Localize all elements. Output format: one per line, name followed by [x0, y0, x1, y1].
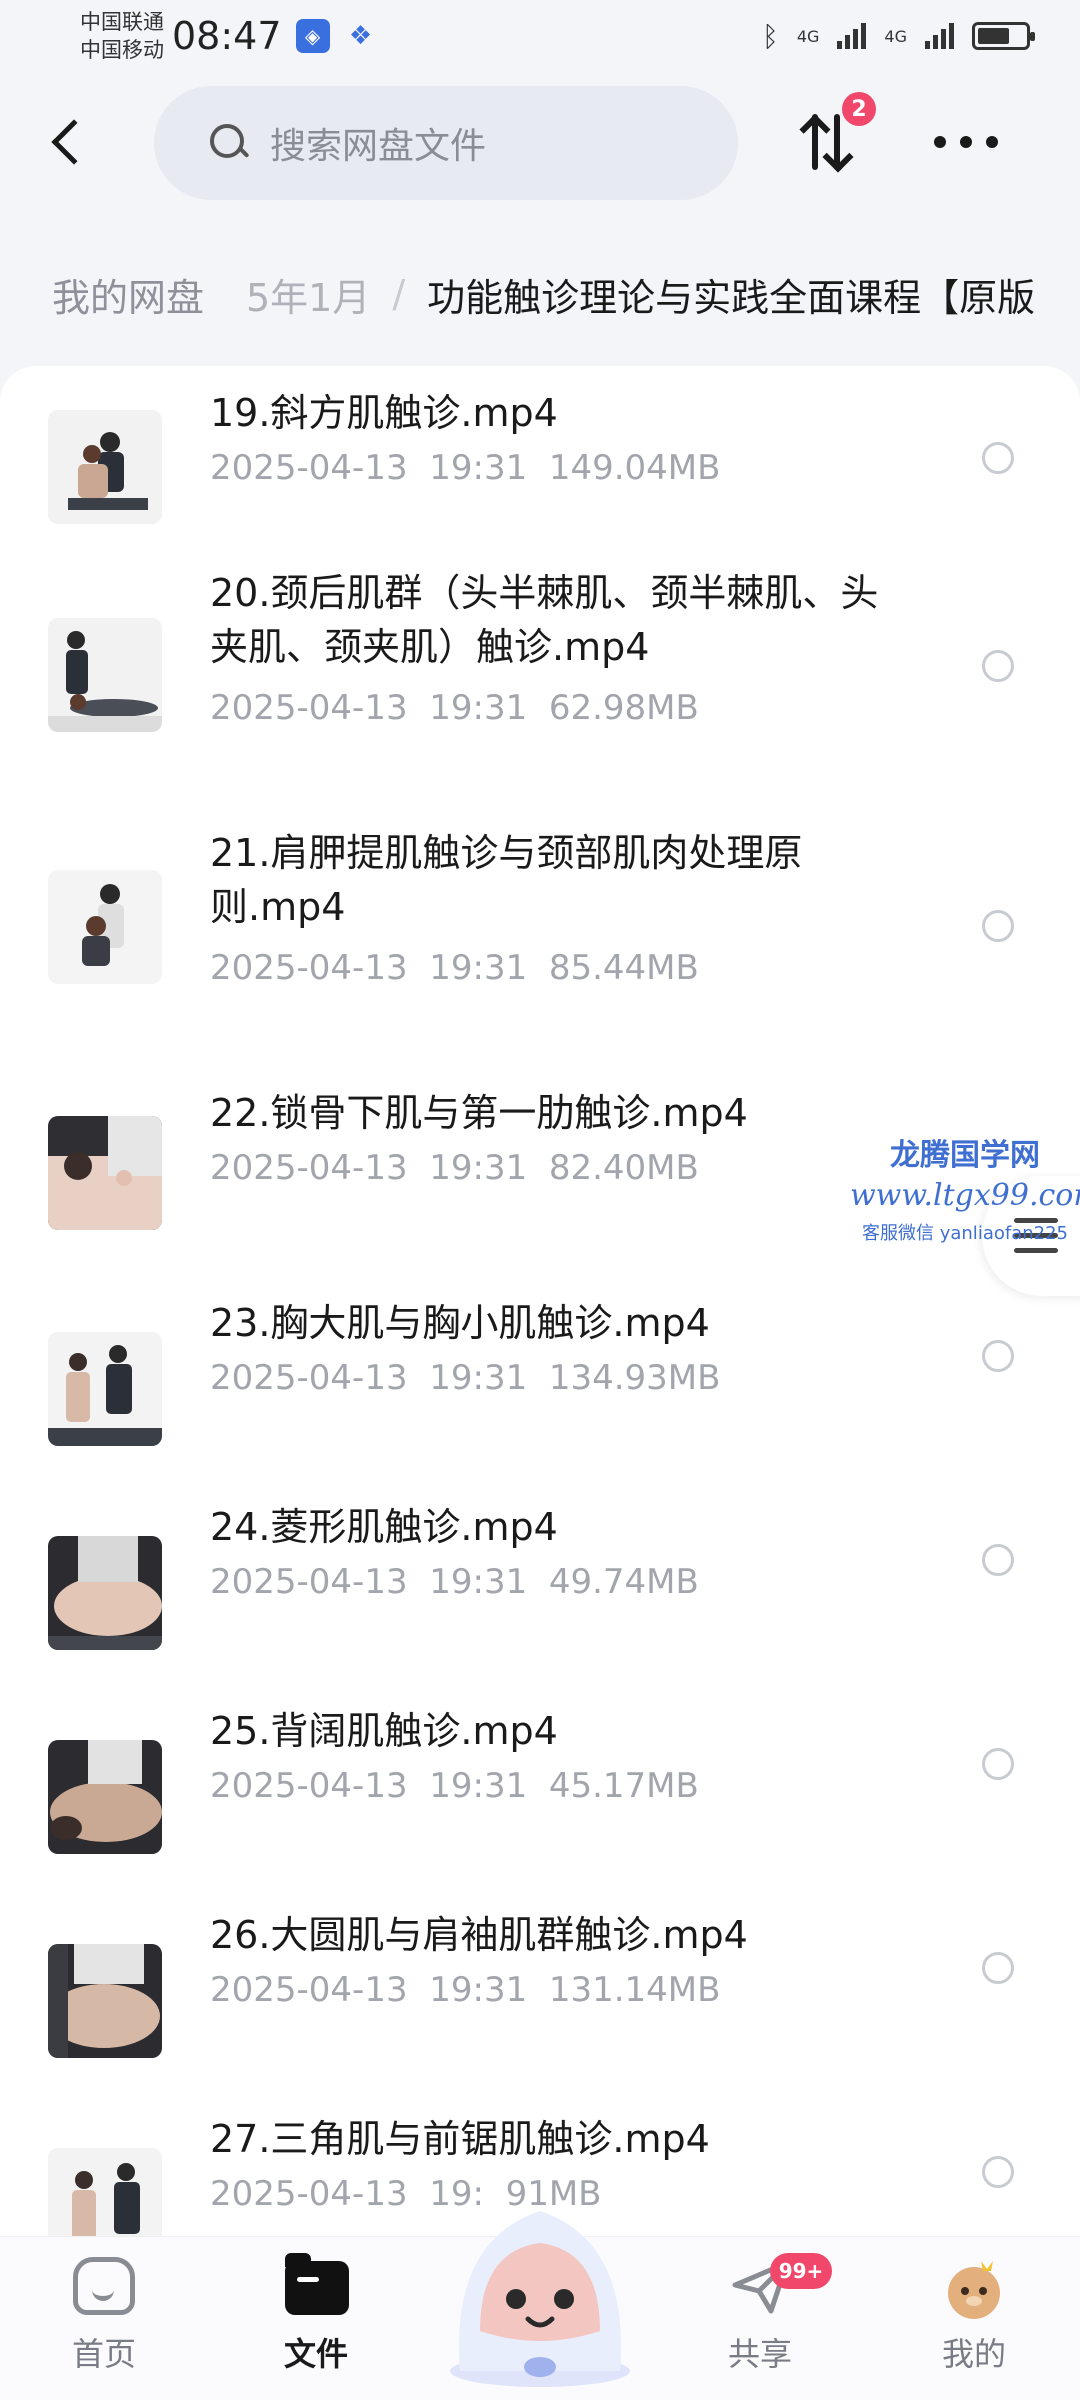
file-meta: 2025-04-13 19:31 85.44MB — [210, 948, 699, 988]
search-input[interactable]: 搜索网盘文件 — [154, 86, 738, 200]
signal-icon-2 — [925, 23, 954, 49]
dot-icon — [934, 136, 946, 148]
file-name: 23.胸大肌与胸小肌触诊.mp4 — [210, 1301, 710, 1345]
network-label-2: 4G — [884, 26, 907, 46]
bottom-nav: 首页 文件 共享 99+ 我的 — [0, 2211, 1080, 2400]
arrow-down-icon — [834, 114, 840, 170]
file-meta: 2025-04-13 19:31 49.74MB — [210, 1562, 699, 1602]
file-row[interactable]: 21.肩胛提肌触诊与颈部肌肉处理原则.mp4 2025-04-13 19:31 … — [0, 826, 1080, 1056]
file-meta: 2025-04-13 19:31 134.93MB — [210, 1358, 721, 1398]
watermark-title: 龙腾国学网 — [890, 1138, 1040, 1173]
watermark-contact: 客服微信 yanliaofan225 — [862, 1223, 1068, 1244]
nav-share-label: 共享 — [727, 2335, 792, 2373]
file-meta: 2025-04-13 19:31 131.14MB — [210, 1970, 721, 2010]
file-row[interactable]: 23.胸大肌与胸小肌触诊.mp4 2025-04-13 19:31 134.93… — [0, 1296, 1080, 1486]
select-checkbox[interactable] — [982, 650, 1014, 682]
file-name: 24.菱形肌触诊.mp4 — [210, 1505, 558, 1549]
search-placeholder: 搜索网盘文件 — [270, 126, 487, 167]
watermark: 龙腾国学网 www.ltgx99.com 客服微信 yanliaofan225 — [850, 1130, 1080, 1245]
select-checkbox[interactable] — [982, 442, 1014, 474]
status-time: 08:47 — [172, 14, 282, 58]
select-checkbox[interactable] — [982, 1952, 1014, 1984]
notification-app-icon: ◈ — [295, 19, 330, 53]
arrow-up-icon — [812, 114, 818, 170]
breadcrumb: 5年1月 / 功能触诊理论与实践全面课程【原版 我的网盘 — [0, 250, 1080, 340]
bluetooth-icon: ᛒ — [762, 19, 779, 53]
nav-files[interactable]: 文件 — [246, 2253, 386, 2395]
file-name: 26.大圆肌与肩袖肌群触诊.mp4 — [210, 1913, 748, 1957]
file-list: 19.斜方肌触诊.mp4 2025-04-13 19:31 149.04MB 2… — [0, 366, 1080, 2236]
avatar-icon — [941, 2255, 1007, 2319]
file-row[interactable]: 26.大圆肌与肩袖肌群触诊.mp4 2025-04-13 19:31 131.1… — [0, 1908, 1080, 2098]
nav-mine-label: 我的 — [941, 2335, 1006, 2373]
network-label-1: 4G — [796, 26, 820, 46]
file-name: 21.肩胛提肌触诊与颈部肌肉处理原则.mp4 — [210, 831, 803, 929]
status-indicators: ᛒ 4G 4G — [762, 19, 1035, 53]
video-thumbnail — [48, 1332, 162, 1446]
file-meta: 2025-04-13 19:31 62.98MB — [210, 688, 699, 728]
video-thumbnail — [48, 618, 162, 732]
video-thumbnail — [48, 1740, 162, 1854]
file-row[interactable]: 19.斜方肌触诊.mp4 2025-04-13 19:31 149.04MB — [0, 366, 1080, 536]
file-meta: 2025-04-13 19:31 82.40MB — [210, 1148, 699, 1188]
signal-icon — [837, 23, 867, 49]
file-meta: 2025-04-13 19:31 45.17MB — [210, 1766, 699, 1806]
folder-icon — [283, 2253, 349, 2317]
video-thumbnail — [48, 1116, 162, 1230]
dot-icon — [986, 136, 998, 148]
file-name: 27.三角肌与前锯肌触诊.mp4 — [210, 2117, 710, 2161]
nav-home[interactable]: 首页 — [34, 2255, 174, 2395]
file-name: 20.颈后肌群（头半棘肌、颈半棘肌、头夹肌、颈夹肌）触诊.mp4 — [210, 571, 879, 669]
select-checkbox[interactable] — [982, 910, 1014, 942]
home-icon — [71, 2255, 137, 2317]
file-row[interactable]: 24.菱形肌触诊.mp4 2025-04-13 19:31 49.74MB — [0, 1500, 1080, 1690]
back-button[interactable] — [36, 110, 100, 174]
paw-icon: ❖ — [348, 21, 373, 51]
video-thumbnail — [48, 410, 162, 524]
nav-mine[interactable]: 我的 — [904, 2255, 1044, 2395]
file-name: 22.锁骨下肌与第一肋触诊.mp4 — [210, 1091, 748, 1135]
nav-share[interactable]: 共享 99+ — [690, 2253, 832, 2395]
search-icon — [210, 124, 248, 162]
video-thumbnail — [48, 1536, 162, 1650]
file-row[interactable]: 25.背阔肌触诊.mp4 2025-04-13 19:31 45.17MB — [0, 1704, 1080, 1894]
dot-icon — [960, 136, 972, 148]
video-thumbnail — [48, 2148, 162, 2236]
watermark-url: www.ltgx99.com — [850, 1178, 1080, 1213]
handle-line-icon — [1014, 1248, 1058, 1253]
breadcrumb-root[interactable]: 我的网盘 — [26, 252, 231, 336]
file-name: 19.斜方肌触诊.mp4 — [210, 391, 558, 435]
share-count-badge: 99+ — [770, 2253, 832, 2289]
transfer-list-button[interactable]: 2 — [800, 92, 876, 178]
mascot-assistant-button[interactable] — [430, 2181, 650, 2391]
nav-home-label: 首页 — [71, 2335, 136, 2373]
breadcrumb-current: 功能触诊理论与实践全面课程【原版 — [427, 275, 1036, 320]
more-options-button[interactable] — [934, 118, 998, 166]
carrier-2: 中国移动 — [80, 38, 164, 62]
file-name: 25.背阔肌触诊.mp4 — [210, 1709, 558, 1753]
carrier-info: 中国联通 中国移动 — [80, 8, 164, 64]
select-checkbox[interactable] — [982, 1748, 1014, 1780]
nav-files-label: 文件 — [283, 2335, 348, 2373]
file-meta: 2025-04-13 19:31 149.04MB — [210, 448, 721, 488]
file-row[interactable]: 20.颈后肌群（头半棘肌、颈半棘肌、头夹肌、颈夹肌）触诊.mp4 2025-04… — [0, 566, 1080, 796]
battery-icon — [972, 22, 1035, 50]
chevron-left-icon — [51, 119, 97, 165]
transfer-count-badge: 2 — [842, 92, 876, 126]
select-checkbox[interactable] — [982, 1340, 1014, 1372]
status-bar: 中国联通 中国移动 08:47 ◈ ❖ ᛒ 4G 4G — [0, 0, 1080, 72]
breadcrumb-parent[interactable]: 5年1月 — [246, 267, 370, 322]
select-checkbox[interactable] — [982, 1544, 1014, 1576]
header: 搜索网盘文件 2 — [0, 80, 1080, 210]
video-thumbnail — [48, 870, 162, 984]
breadcrumb-trail: 5年1月 / 功能触诊理论与实践全面课程【原版 — [246, 252, 1035, 336]
select-checkbox[interactable] — [982, 2156, 1014, 2188]
carrier-1: 中国联通 — [80, 10, 164, 34]
video-thumbnail — [48, 1944, 162, 2058]
breadcrumb-separator: / — [392, 272, 406, 316]
